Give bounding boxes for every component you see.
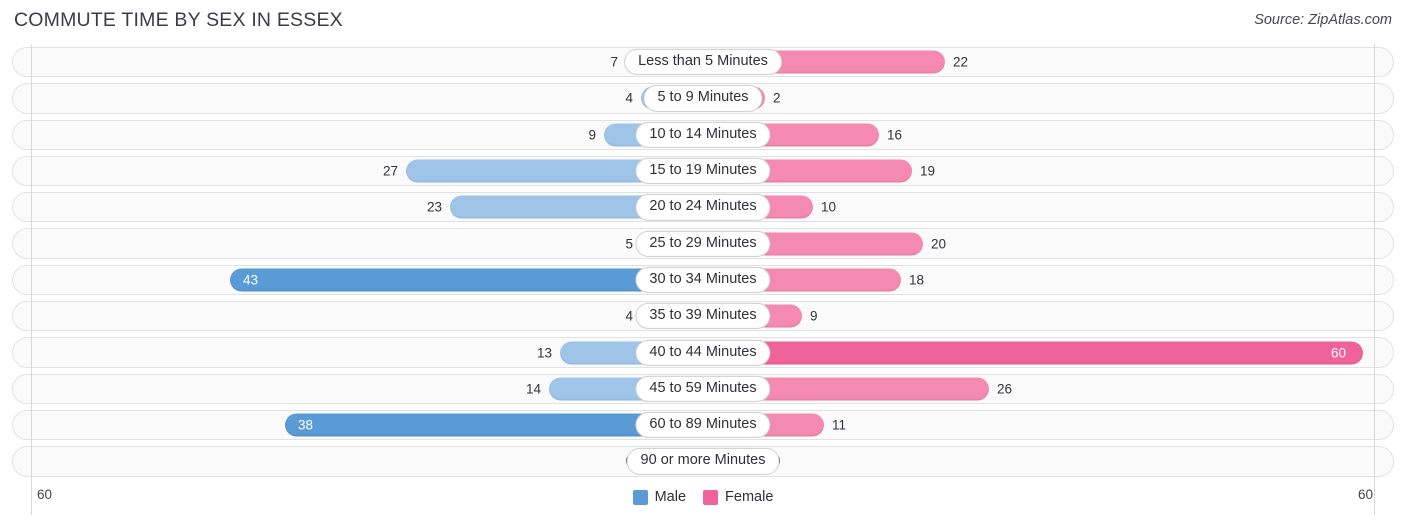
- bar-rows-container: 7 22 Less than 5 Minutes 4 2 5 to 9 Minutes 9 1…: [0, 44, 1406, 480]
- chart-plot-area: 7 22 Less than 5 Minutes 4 2 5 to 9 Minutes 9 1…: [0, 44, 1406, 515]
- bar-value-male: 4: [625, 90, 633, 106]
- page-title: COMMUTE TIME BY SEX IN ESSEX: [14, 9, 343, 31]
- bar-value-female: 10: [821, 199, 837, 215]
- bar-value-female: 20: [931, 236, 947, 252]
- legend-item[interactable]: Male: [632, 489, 687, 505]
- bar-value-male: 14: [525, 381, 541, 397]
- bar-value-male: 43: [243, 272, 259, 288]
- bar-row: 4 2 5 to 9 Minutes: [0, 80, 1406, 116]
- bar-value-male: 7: [610, 54, 618, 70]
- category-label: 5 to 9 Minutes: [643, 85, 763, 112]
- bar-row: 9 16 10 to 14 Minutes: [0, 117, 1406, 153]
- category-label: 30 to 34 Minutes: [635, 266, 771, 294]
- category-label: 15 to 19 Minutes: [635, 157, 771, 185]
- bar-value-female: 2: [773, 90, 781, 106]
- bar-value-female: 18: [909, 272, 925, 288]
- legend-label: Male: [654, 489, 687, 505]
- chart-footer: 60 60 Male Female: [0, 481, 1406, 523]
- category-label: 20 to 24 Minutes: [635, 194, 771, 221]
- bar-value-male: 23: [426, 199, 442, 215]
- bar-value-male: 13: [536, 345, 552, 361]
- bar-row: 43 18 30 to 34 Minutes: [0, 262, 1406, 298]
- bar-row: 5 20 25 to 29 Minutes: [0, 225, 1406, 261]
- bar-value-male: 38: [298, 417, 314, 433]
- chart-header: COMMUTE TIME BY SEX IN ESSEX Source: Zip…: [0, 0, 1406, 44]
- bar-value-female: 19: [920, 163, 936, 179]
- bar-value-male: 4: [625, 308, 633, 324]
- category-label: 35 to 39 Minutes: [635, 303, 771, 330]
- bar-row: 38 11 60 to 89 Minutes: [0, 407, 1406, 443]
- bar-row: 4 9 35 to 39 Minutes: [0, 298, 1406, 334]
- chart-legend: Male Female: [0, 489, 1406, 505]
- bar-value-male: 5: [625, 236, 633, 252]
- bar-value-female: 11: [832, 417, 847, 433]
- category-label: 10 to 14 Minutes: [635, 121, 771, 148]
- category-label: 45 to 59 Minutes: [635, 375, 771, 402]
- legend-swatch-icon: [632, 489, 648, 505]
- bar-male[interactable]: [230, 268, 703, 292]
- category-label: 25 to 29 Minutes: [635, 230, 771, 257]
- bar-value-female: 26: [997, 381, 1013, 397]
- bar-value-female: 16: [887, 127, 903, 143]
- category-label: 90 or more Minutes: [626, 448, 780, 475]
- bar-value-male: 9: [588, 127, 596, 143]
- bar-row: 13 60 40 to 44 Minutes: [0, 334, 1406, 370]
- bar-row: 27 19 15 to 19 Minutes: [0, 153, 1406, 189]
- bar-female[interactable]: [703, 341, 1363, 365]
- bar-value-female: 60: [1331, 345, 1347, 361]
- source-attribution: Source: ZipAtlas.com: [1254, 12, 1392, 28]
- bar-value-female: 22: [953, 54, 969, 70]
- bar-value-female: 9: [810, 308, 818, 324]
- bar-row: 14 26 45 to 59 Minutes: [0, 371, 1406, 407]
- category-label: Less than 5 Minutes: [624, 49, 782, 76]
- category-label: 60 to 89 Minutes: [635, 412, 771, 439]
- bar-value-male: 27: [382, 163, 398, 179]
- bar-row: 0090 or more Minutes: [0, 443, 1406, 479]
- legend-label: Female: [725, 489, 774, 505]
- legend-swatch-icon: [703, 489, 719, 505]
- bar-row: 23 10 20 to 24 Minutes: [0, 189, 1406, 225]
- bar-row: 7 22 Less than 5 Minutes: [0, 44, 1406, 80]
- legend-item[interactable]: Female: [703, 489, 773, 505]
- category-label: 40 to 44 Minutes: [635, 339, 771, 366]
